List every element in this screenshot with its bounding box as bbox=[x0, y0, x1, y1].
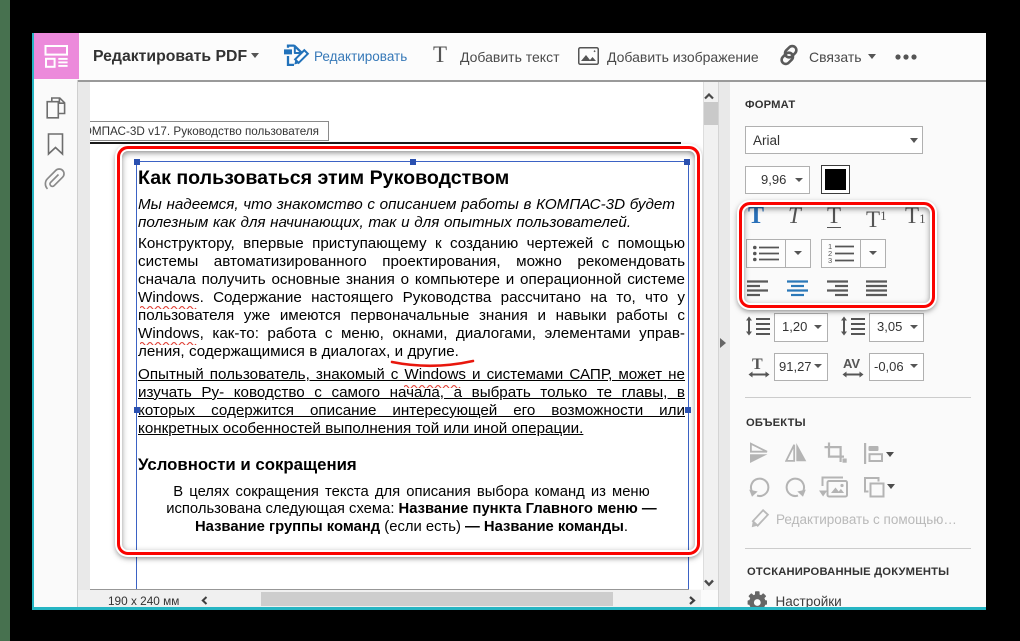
svg-text:T: T bbox=[752, 356, 763, 373]
svg-text:AV: AV bbox=[843, 356, 860, 371]
